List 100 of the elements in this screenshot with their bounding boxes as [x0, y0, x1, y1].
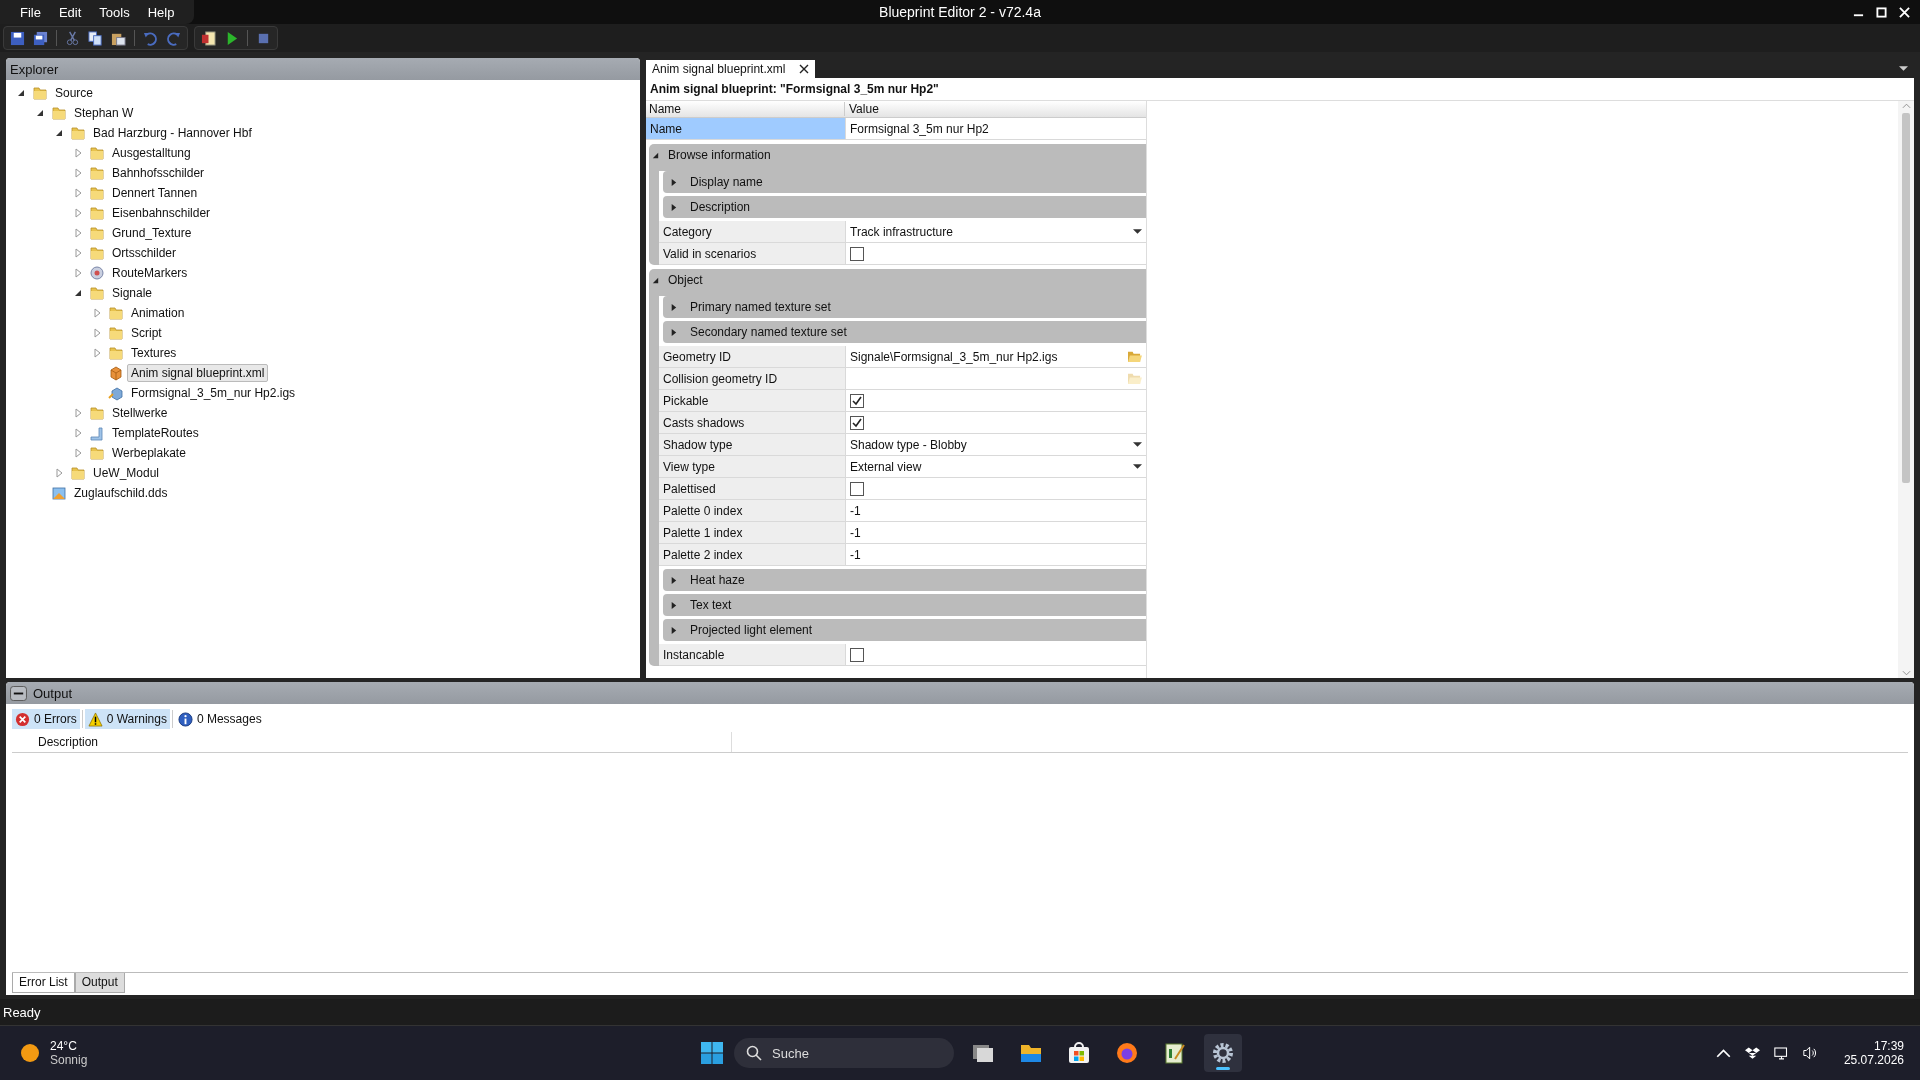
property-value[interactable]: Shadow type - Blobby	[850, 437, 967, 452]
tree-item[interactable]: Script	[127, 324, 166, 342]
start-icon[interactable]	[700, 1041, 724, 1065]
tree-item[interactable]: Stephan W	[70, 104, 138, 122]
subcategory-header[interactable]: Heat haze	[663, 569, 1146, 591]
expanded-arrow-icon[interactable]	[651, 150, 660, 160]
dropdown-arrow-icon[interactable]	[1133, 228, 1142, 235]
property-name[interactable]: View type	[659, 456, 845, 477]
tree-item[interactable]: UeW_Modul	[89, 464, 164, 482]
expanded-arrow-icon[interactable]	[73, 288, 83, 298]
tree-item[interactable]: Signale	[108, 284, 157, 302]
maximize-icon[interactable]	[1876, 6, 1887, 18]
property-value[interactable]: -1	[850, 503, 861, 518]
collapsed-arrow-icon[interactable]	[669, 600, 678, 610]
category-header[interactable]: Object	[651, 269, 1146, 291]
chevron-up-icon[interactable]	[1715, 1046, 1731, 1060]
subcategory-header[interactable]: Secondary named texture set	[663, 321, 1146, 343]
subcategory-header[interactable]: Description	[663, 196, 1146, 218]
tree-item[interactable]: Dennert Tannen	[108, 184, 202, 202]
filter-toggle[interactable]: 0 Messages	[174, 709, 265, 729]
panel-tab[interactable]: Output	[74, 973, 125, 993]
property-name[interactable]: Category	[659, 221, 845, 242]
tree-item[interactable]: Source	[51, 84, 98, 102]
subcategory-header[interactable]: Tex text	[663, 594, 1146, 616]
menu-item[interactable]: Edit	[58, 4, 82, 20]
tree-item[interactable]: TemplateRoutes	[108, 424, 203, 442]
collapsed-arrow-icon[interactable]	[669, 625, 678, 635]
subcategory-header[interactable]: Display name	[663, 171, 1146, 193]
menu-item[interactable]: Help	[147, 4, 175, 20]
clock-time[interactable]: 17:39	[1873, 1039, 1904, 1053]
property-value[interactable]: Formsignal 3_5m nur Hp2	[850, 121, 989, 136]
property-name[interactable]: Valid in scenarios	[659, 243, 845, 264]
tree-item[interactable]: Zuglaufschild.dds	[70, 484, 172, 502]
property-value[interactable]: Track infrastructure	[850, 224, 953, 239]
property-name[interactable]: Instancable	[659, 644, 845, 665]
dropdown-arrow-icon[interactable]	[1133, 463, 1142, 470]
property-name[interactable]: Pickable	[659, 390, 845, 411]
copy-icon[interactable]	[88, 30, 103, 46]
tree-item[interactable]: Werbeplakate	[108, 444, 190, 462]
checkbox[interactable]	[850, 393, 864, 408]
tree-item[interactable]: Formsignal_3_5m_nur Hp2.igs	[127, 384, 300, 402]
tree-item[interactable]: Bad Harzburg - Hannover Hbf	[89, 124, 256, 142]
property-name[interactable]: Palette 0 index	[659, 500, 845, 521]
tree-item[interactable]: Bahnhofsschilder	[108, 164, 209, 182]
clock-date[interactable]: 25.07.2026	[1843, 1053, 1904, 1067]
property-name[interactable]: Name	[646, 118, 845, 139]
save-icon[interactable]	[10, 30, 25, 46]
box-icon[interactable]	[1744, 1046, 1760, 1060]
tab-list-arrow-icon[interactable]	[1899, 66, 1908, 72]
property-value[interactable]: -1	[850, 525, 861, 540]
network-icon[interactable]	[1773, 1046, 1789, 1060]
property-value[interactable]: Signale\Formsignal_3_5m_nur Hp2.igs	[850, 349, 1058, 364]
expanded-arrow-icon[interactable]	[651, 275, 660, 285]
document-tab[interactable]: Anim signal blueprint.xml	[646, 60, 816, 78]
property-value[interactable]: -1	[850, 547, 861, 562]
collapsed-arrow-icon[interactable]	[669, 327, 678, 337]
tree-item[interactable]: Ortsschilder	[108, 244, 180, 262]
subcategory-header[interactable]: Primary named texture set	[663, 296, 1146, 318]
filter-toggle[interactable]: 0 Errors	[12, 709, 80, 729]
save-all-icon[interactable]	[33, 30, 48, 46]
tree-item[interactable]: Grund_Texture	[108, 224, 196, 242]
property-name[interactable]: Casts shadows	[659, 412, 845, 433]
collapsed-arrow-icon[interactable]	[669, 177, 678, 187]
close-icon[interactable]	[799, 64, 810, 74]
dropdown-arrow-icon[interactable]	[1133, 441, 1142, 448]
property-name[interactable]: Palette 1 index	[659, 522, 845, 543]
property-name[interactable]: Geometry ID	[659, 346, 845, 367]
menu-item[interactable]: File	[20, 4, 41, 20]
tree-item[interactable]: Animation	[127, 304, 189, 322]
collapsed-arrow-icon[interactable]	[669, 575, 678, 585]
temperature[interactable]: 24°C	[50, 1039, 88, 1053]
menu-item[interactable]: Tools	[99, 4, 130, 20]
checkbox[interactable]	[850, 481, 864, 496]
tree-item[interactable]: RouteMarkers	[108, 264, 192, 282]
scrollbar[interactable]	[1898, 101, 1914, 678]
scroll-thumb[interactable]	[1902, 113, 1910, 483]
tree-item[interactable]: Eisenbahnschilder	[108, 204, 215, 222]
property-name[interactable]: Palette 2 index	[659, 544, 845, 565]
property-name[interactable]: Collision geometry ID	[659, 368, 845, 389]
checkbox[interactable]	[850, 246, 864, 261]
collapse-icon[interactable]	[10, 685, 27, 701]
checkbox[interactable]	[850, 647, 864, 662]
sun-icon[interactable]	[20, 1043, 40, 1063]
checkbox[interactable]	[850, 415, 864, 430]
collapsed-arrow-icon[interactable]	[669, 302, 678, 312]
property-value[interactable]: External view	[850, 459, 922, 474]
weather-condition[interactable]: Sonnig	[50, 1053, 88, 1067]
tree-item[interactable]: Stellwerke	[108, 404, 172, 422]
property-name[interactable]: Palettised	[659, 478, 845, 499]
tree-item[interactable]: Textures	[127, 344, 181, 362]
property-name[interactable]: Shadow type	[659, 434, 845, 455]
expanded-arrow-icon[interactable]	[16, 88, 26, 98]
expanded-arrow-icon[interactable]	[54, 128, 64, 138]
cut-icon[interactable]	[65, 30, 80, 46]
tree-item[interactable]: Ausgestalltung	[108, 144, 195, 162]
panel-tab[interactable]: Error List	[12, 973, 75, 993]
subcategory-header[interactable]: Projected light element	[663, 619, 1146, 641]
collapsed-arrow-icon[interactable]	[669, 202, 678, 212]
taskbar-button[interactable]	[1204, 1034, 1242, 1072]
expanded-arrow-icon[interactable]	[35, 108, 45, 118]
